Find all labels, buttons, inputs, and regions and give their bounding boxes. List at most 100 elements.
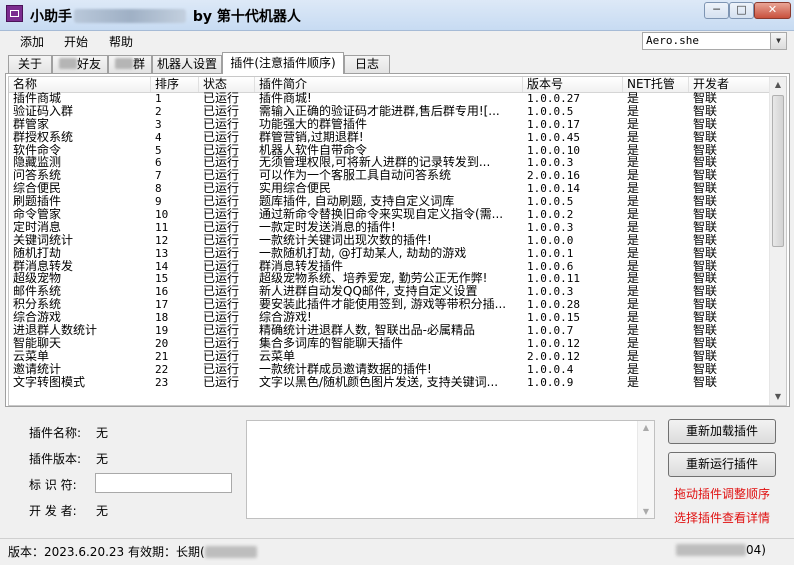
- chevron-down-icon[interactable]: ▼: [770, 33, 786, 49]
- col-header-status[interactable]: 状态: [199, 77, 255, 92]
- list-scrollbar[interactable]: ▲ ▼: [769, 77, 786, 405]
- table-row[interactable]: 综合游戏 18 已运行 综合游戏! 1.0.0.15 是 智联: [9, 311, 771, 324]
- table-row[interactable]: 群授权系统 4 已运行 群管营销,过期退群! 1.0.0.45 是 智联: [9, 131, 771, 144]
- account-select[interactable]: Aero.she ▼: [642, 32, 787, 50]
- description-scrollbar[interactable]: ▲ ▼: [637, 421, 654, 518]
- table-row[interactable]: 进退群人数统计 19 已运行 精确统计进退群人数, 智联出品-必属精品 1.0.0.7 是…: [9, 324, 771, 337]
- table-row[interactable]: 云菜单 21 已运行 云菜单 2.0.0.12 是 智联: [9, 350, 771, 363]
- tab-about-label: 关于: [17, 57, 42, 71]
- table-row[interactable]: 超级宠物 15 已运行 超级宠物系统、培养爱宠, 勤劳公正无作弊! 1.0.0.11 是 智…: [9, 272, 771, 285]
- cell-order: 22: [155, 362, 169, 376]
- col-header-developer[interactable]: 开发者: [689, 77, 771, 92]
- table-row[interactable]: 邮件系统 16 已运行 新人进群自动发QQ邮件, 支持自定义设置 1.0.0.3 是 智联: [9, 285, 771, 298]
- status-right-text: 04): [746, 543, 766, 557]
- rerun-plugins-button[interactable]: 重新运行插件: [668, 452, 776, 477]
- cell-net: 是: [627, 272, 640, 286]
- table-row[interactable]: 刷题插件 9 已运行 题库插件, 自动刷题, 支持自定义词库 1.0.0.5 是 智联: [9, 195, 771, 208]
- cell-description: 机器人软件自带命令: [259, 143, 368, 157]
- title-bar: 小助手 by 第十代机器人 ─ □ ✕: [0, 0, 794, 31]
- cell-version: 1.0.0.1: [527, 246, 574, 260]
- cell-version: 1.0.0.17: [527, 117, 580, 131]
- cell-status: 已运行: [203, 375, 240, 389]
- plugin-version-label: 插件版本:: [29, 452, 82, 466]
- cell-version: 1.0.0.15: [527, 311, 580, 325]
- cell-name: 进退群人数统计: [13, 324, 98, 338]
- cell-description: 插件商城!: [259, 92, 312, 105]
- cell-name: 定时消息: [13, 220, 62, 234]
- table-row[interactable]: 文字转图模式 23 已运行 文字以黑色/随机颜色图片发送, 支持关键词... 1.0.0…: [9, 376, 771, 389]
- cell-order: 11: [155, 220, 169, 234]
- cell-version: 1.0.0.11: [527, 272, 580, 286]
- cell-status: 已运行: [203, 92, 240, 105]
- table-row[interactable]: 命令管家 10 已运行 通过新命令替换旧命令来实现自定义指令(需... 1.0.0.2 是…: [9, 208, 771, 221]
- reload-plugins-button[interactable]: 重新加载插件: [668, 419, 776, 444]
- cell-net: 是: [627, 246, 640, 260]
- cell-description: 功能强大的群管插件: [259, 117, 368, 131]
- minimize-button[interactable]: ─: [704, 2, 729, 19]
- cell-developer: 智联: [693, 169, 718, 183]
- table-row[interactable]: 定时消息 11 已运行 一款定时发送消息的插件! 1.0.0.3 是 智联: [9, 221, 771, 234]
- maximize-button[interactable]: □: [729, 2, 754, 19]
- cell-description: 一款统计关键词出现次数的插件!: [259, 233, 432, 247]
- menu-help[interactable]: 帮助: [109, 33, 133, 50]
- col-header-name[interactable]: 名称: [9, 77, 151, 92]
- cell-version: 1.0.0.5: [527, 104, 574, 118]
- cell-description: 一款统计群成员邀请数据的插件!: [259, 362, 432, 376]
- table-row[interactable]: 邀请统计 22 已运行 一款统计群成员邀请数据的插件! 1.0.0.4 是 智联: [9, 363, 771, 376]
- scroll-up-icon[interactable]: ▲: [770, 77, 786, 93]
- cell-description: 需输入正确的验证码才能进群,售后群专用![...: [259, 104, 500, 118]
- table-row[interactable]: 验证码入群 2 已运行 需输入正确的验证码才能进群,售后群专用![... 1.0.0.5…: [9, 105, 771, 118]
- tab-groups[interactable]: 群: [108, 55, 152, 74]
- table-row[interactable]: 隐藏监测 6 已运行 无须管理权限,可将新人进群的记录转发到... 1.0.0.3 是 智联: [9, 156, 771, 169]
- col-header-order[interactable]: 排序: [151, 77, 199, 92]
- tab-about[interactable]: 关于: [8, 55, 52, 74]
- cell-description: 要安装此插件才能使用签到, 游戏等带积分插...: [259, 298, 507, 312]
- table-row[interactable]: 综合便民 8 已运行 实用综合便民 1.0.0.14 是 智联: [9, 182, 771, 195]
- plugin-name-label: 插件名称:: [29, 426, 82, 440]
- cell-developer: 智联: [693, 92, 718, 105]
- scroll-down-icon[interactable]: ▼: [770, 389, 786, 405]
- cell-status: 已运行: [203, 130, 240, 144]
- table-row[interactable]: 软件命令 5 已运行 机器人软件自带命令 1.0.0.10 是 智联: [9, 144, 771, 157]
- tab-plugins[interactable]: 插件(注意插件顺序): [222, 52, 344, 74]
- cell-net: 是: [627, 233, 640, 247]
- cell-name: 插件商城: [13, 92, 62, 105]
- table-row[interactable]: 积分系统 17 已运行 要安装此插件才能使用签到, 游戏等带积分插... 1.0.0.2…: [9, 298, 771, 311]
- tab-log[interactable]: 日志: [344, 55, 390, 74]
- scroll-up-icon[interactable]: ▲: [638, 423, 654, 432]
- col-header-description[interactable]: 插件简介: [255, 77, 523, 92]
- scroll-down-icon[interactable]: ▼: [638, 507, 654, 516]
- col-header-net[interactable]: NET托管: [623, 77, 689, 92]
- cell-version: 1.0.0.7: [527, 324, 574, 338]
- tab-friends[interactable]: 好友: [52, 55, 108, 74]
- table-row[interactable]: 随机打劫 13 已运行 一款随机打劫, @打劫某人, 劫劫的游戏 1.0.0.1 是 智联: [9, 247, 771, 260]
- cell-version: 1.0.0.5: [527, 195, 574, 209]
- cell-status: 已运行: [203, 233, 240, 247]
- cell-developer: 智联: [693, 336, 718, 350]
- cell-developer: 智联: [693, 182, 718, 196]
- tab-robot-settings[interactable]: 机器人设置: [152, 55, 222, 74]
- cell-version: 1.0.0.28: [527, 298, 580, 312]
- cell-description: 通过新命令替换旧命令来实现自定义指令(需...: [259, 208, 504, 222]
- menu-add[interactable]: 添加: [20, 33, 44, 50]
- plugin-list[interactable]: 名称 排序 状态 插件简介 版本号 NET托管 开发者 插件商城 1 已运行 插件商城…: [8, 76, 787, 406]
- table-row[interactable]: 群消息转发 14 已运行 群消息转发插件 1.0.0.6 是 智联: [9, 260, 771, 273]
- table-row[interactable]: 插件商城 1 已运行 插件商城! 1.0.0.27 是 智联: [9, 92, 771, 105]
- table-row[interactable]: 智能聊天 20 已运行 集合多词库的智能聊天插件 1.0.0.12 是 智联: [9, 337, 771, 350]
- cell-description: 超级宠物系统、培养爱宠, 勤劳公正无作弊!: [259, 272, 488, 286]
- cell-status: 已运行: [203, 324, 240, 338]
- cell-net: 是: [627, 311, 640, 325]
- scroll-thumb[interactable]: [772, 95, 784, 247]
- cell-description: 可以作为一个客服工具自动问答系统: [259, 169, 452, 183]
- col-header-version[interactable]: 版本号: [523, 77, 623, 92]
- plugin-description-box[interactable]: ▲ ▼: [246, 420, 655, 519]
- table-row[interactable]: 群管家 3 已运行 功能强大的群管插件 1.0.0.17 是 智联: [9, 118, 771, 131]
- cell-developer: 智联: [693, 156, 718, 170]
- cell-developer: 智联: [693, 104, 718, 118]
- plugin-id-field[interactable]: [95, 473, 232, 493]
- table-row[interactable]: 关键词统计 12 已运行 一款统计关键词出现次数的插件! 1.0.0.0 是 智联: [9, 234, 771, 247]
- table-row[interactable]: 问答系统 7 已运行 可以作为一个客服工具自动问答系统 2.0.0.16 是 智联: [9, 169, 771, 182]
- close-button[interactable]: ✕: [754, 2, 791, 19]
- cell-version: 1.0.0.0: [527, 233, 574, 247]
- menu-start[interactable]: 开始: [64, 33, 88, 50]
